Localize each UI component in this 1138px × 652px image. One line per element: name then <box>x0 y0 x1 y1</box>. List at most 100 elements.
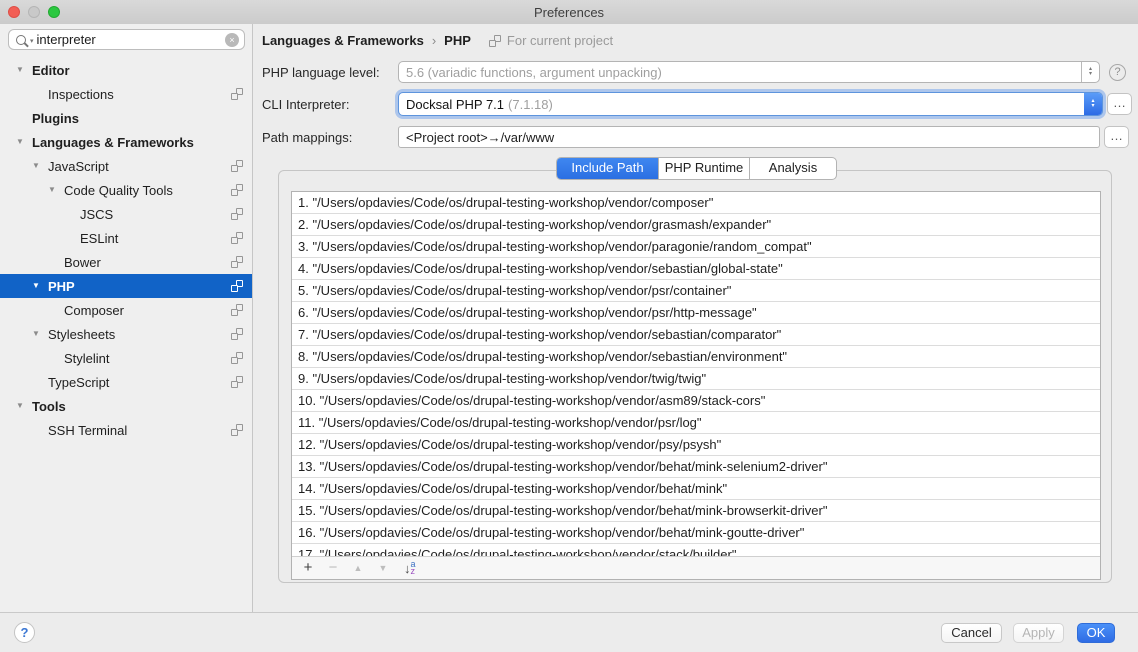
help-button[interactable]: ? <box>14 622 35 643</box>
per-project-icon <box>231 280 243 292</box>
tab-analysis[interactable]: Analysis <box>749 158 836 179</box>
expand-arrow-icon[interactable]: ▼ <box>32 322 48 346</box>
per-project-icon <box>231 376 243 388</box>
sidebar-item-inspections[interactable]: Inspections <box>0 82 253 106</box>
include-path-item[interactable]: 16. "/Users/opdavies/Code/os/drupal-test… <box>292 522 1100 544</box>
per-project-icon <box>231 328 243 340</box>
stepper-chevrons-icon: ▴▾ <box>1084 93 1102 115</box>
per-project-icon <box>231 208 243 220</box>
expand-arrow-icon[interactable]: ▼ <box>16 130 32 154</box>
expand-arrow-icon[interactable]: ▼ <box>16 58 32 82</box>
language-level-label: PHP language level: <box>253 65 398 80</box>
close-button[interactable] <box>8 6 20 18</box>
expand-arrow-icon[interactable]: ▼ <box>32 154 48 178</box>
breadcrumb-current: PHP <box>444 33 471 48</box>
cancel-button[interactable]: Cancel <box>941 623 1002 643</box>
per-project-icon <box>231 184 243 196</box>
help-icon[interactable]: ? <box>1109 64 1126 81</box>
sidebar-item-code-quality-tools[interactable]: ▼ Code Quality Tools <box>0 178 253 202</box>
ok-button[interactable]: OK <box>1077 623 1115 643</box>
settings-search-field[interactable]: ▾ × <box>8 29 245 50</box>
include-path-item[interactable]: 11. "/Users/opdavies/Code/os/drupal-test… <box>292 412 1100 434</box>
include-path-item[interactable]: 3. "/Users/opdavies/Code/os/drupal-testi… <box>292 236 1100 258</box>
settings-sidebar: ▾ × ▼ Editor Inspections Plugins ▼ Langu… <box>0 24 253 612</box>
cli-interpreter-dropdown[interactable]: Docksal PHP 7.1 (7.1.18) ▴▾ <box>398 92 1103 116</box>
include-path-item[interactable]: 8. "/Users/opdavies/Code/os/drupal-testi… <box>292 346 1100 368</box>
include-path-item[interactable]: 10. "/Users/opdavies/Code/os/drupal-test… <box>292 390 1100 412</box>
move-up-icon[interactable]: ▲ <box>350 558 366 578</box>
path-mappings-row: Path mappings: <Project root>→/var/www … <box>253 126 1138 148</box>
include-path-item[interactable]: 7. "/Users/opdavies/Code/os/drupal-testi… <box>292 324 1100 346</box>
expand-arrow-icon[interactable]: ▼ <box>16 394 32 418</box>
minimize-button[interactable] <box>28 6 40 18</box>
path-mappings-browse-button[interactable]: … <box>1104 126 1129 148</box>
sidebar-item-stylelint[interactable]: Stylelint <box>0 346 253 370</box>
sidebar-item-php[interactable]: ▼ PHP <box>0 274 253 298</box>
per-project-icon <box>231 160 243 172</box>
cli-interpreter-row: CLI Interpreter: Docksal PHP 7.1 (7.1.18… <box>253 92 1138 116</box>
traffic-lights <box>8 6 60 18</box>
search-input[interactable] <box>37 32 225 47</box>
breadcrumb-separator: › <box>432 33 436 48</box>
sidebar-item-composer[interactable]: Composer <box>0 298 253 322</box>
language-level-dropdown[interactable]: 5.6 (variadic functions, argument unpack… <box>398 61 1100 83</box>
clear-search-icon[interactable]: × <box>225 33 239 47</box>
php-settings-panel: Languages & Frameworks › PHP For current… <box>253 24 1138 612</box>
cli-interpreter-browse-button[interactable]: … <box>1107 93 1132 115</box>
sidebar-item-stylesheets[interactable]: ▼ Stylesheets <box>0 322 253 346</box>
sort-alpha-icon[interactable]: ↓ a z <box>404 561 416 576</box>
tab-include-path[interactable]: Include Path <box>557 158 658 179</box>
include-path-rows: 1. "/Users/opdavies/Code/os/drupal-testi… <box>292 192 1100 558</box>
expand-arrow-icon[interactable]: ▼ <box>48 178 64 202</box>
include-path-item[interactable]: 12. "/Users/opdavies/Code/os/drupal-test… <box>292 434 1100 456</box>
include-path-item[interactable]: 13. "/Users/opdavies/Code/os/drupal-test… <box>292 456 1100 478</box>
sidebar-item-tools[interactable]: ▼ Tools <box>0 394 253 418</box>
sidebar-item-ssh-terminal[interactable]: SSH Terminal <box>0 418 253 442</box>
language-level-row: PHP language level: 5.6 (variadic functi… <box>253 61 1138 83</box>
sidebar-item-editor[interactable]: ▼ Editor <box>0 58 253 82</box>
per-project-icon <box>489 35 501 47</box>
sidebar-item-plugins[interactable]: Plugins <box>0 106 253 130</box>
path-mappings-field[interactable]: <Project root>→/var/www <box>398 126 1100 148</box>
segmented-tabs: Include Path PHP Runtime Analysis <box>556 157 837 180</box>
expand-arrow-icon[interactable]: ▼ <box>32 274 48 298</box>
include-path-item[interactable]: 9. "/Users/opdavies/Code/os/drupal-testi… <box>292 368 1100 390</box>
search-icon <box>16 35 26 45</box>
include-path-item[interactable]: 5. "/Users/opdavies/Code/os/drupal-testi… <box>292 280 1100 302</box>
sidebar-item-javascript[interactable]: ▼ JavaScript <box>0 154 253 178</box>
include-path-item[interactable]: 14. "/Users/opdavies/Code/os/drupal-test… <box>292 478 1100 500</box>
sidebar-item-typescript[interactable]: TypeScript <box>0 370 253 394</box>
dialog-footer: ? Cancel Apply OK <box>0 612 1138 652</box>
zoom-button[interactable] <box>48 6 60 18</box>
sidebar-item-jscs[interactable]: JSCS <box>0 202 253 226</box>
remove-path-icon[interactable]: − <box>325 558 341 578</box>
include-path-item[interactable]: 15. "/Users/opdavies/Code/os/drupal-test… <box>292 500 1100 522</box>
include-path-item[interactable]: 1. "/Users/opdavies/Code/os/drupal-testi… <box>292 192 1100 214</box>
include-path-group: 1. "/Users/opdavies/Code/os/drupal-testi… <box>278 170 1112 583</box>
apply-button[interactable]: Apply <box>1013 623 1064 643</box>
sidebar-item-languages-frameworks[interactable]: ▼ Languages & Frameworks <box>0 130 253 154</box>
cli-interpreter-label: CLI Interpreter: <box>253 97 398 112</box>
list-toolbar: + − ▲ ▼ ↓ a z <box>292 556 1100 579</box>
include-path-list: 1. "/Users/opdavies/Code/os/drupal-testi… <box>291 191 1101 580</box>
per-project-icon <box>231 304 243 316</box>
tab-php-runtime[interactable]: PHP Runtime <box>658 158 749 179</box>
include-path-item[interactable]: 6. "/Users/opdavies/Code/os/drupal-testi… <box>292 302 1100 324</box>
move-down-icon[interactable]: ▼ <box>375 558 391 578</box>
sidebar-item-bower[interactable]: Bower <box>0 250 253 274</box>
path-mappings-label: Path mappings: <box>253 130 398 145</box>
titlebar: Preferences <box>0 0 1138 25</box>
breadcrumb-parent[interactable]: Languages & Frameworks <box>262 33 424 48</box>
per-project-icon <box>231 256 243 268</box>
per-project-icon <box>231 424 243 436</box>
search-options-chevron-icon[interactable]: ▾ <box>30 37 34 45</box>
breadcrumb: Languages & Frameworks › PHP For current… <box>262 33 613 48</box>
include-path-item[interactable]: 2. "/Users/opdavies/Code/os/drupal-testi… <box>292 214 1100 236</box>
scope-note: For current project <box>489 33 613 48</box>
sidebar-item-eslint[interactable]: ESLint <box>0 226 253 250</box>
window-title: Preferences <box>534 5 604 20</box>
include-path-item[interactable]: 4. "/Users/opdavies/Code/os/drupal-testi… <box>292 258 1100 280</box>
add-path-icon[interactable]: + <box>300 558 316 578</box>
stepper-chevrons-icon: ▴▾ <box>1081 62 1099 82</box>
settings-tree: ▼ Editor Inspections Plugins ▼ Languages… <box>0 58 253 442</box>
